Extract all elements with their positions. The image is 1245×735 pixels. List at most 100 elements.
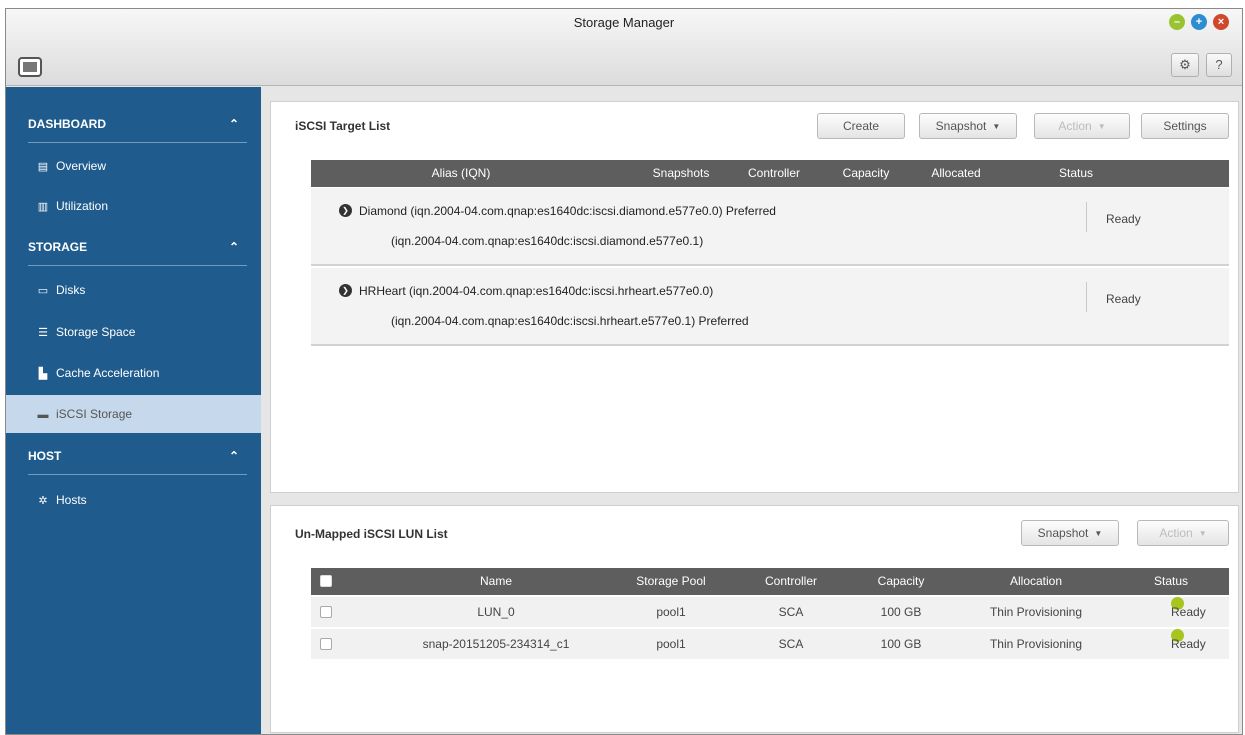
- divider: [1086, 282, 1087, 312]
- hosts-icon: ✲: [38, 495, 48, 507]
- snapshot-dropdown[interactable]: Snapshot ▼: [1021, 520, 1119, 546]
- lun-allocation: Thin Provisioning: [989, 605, 1083, 619]
- collapse-icon[interactable]: ⌃: [229, 228, 239, 266]
- action-label: Action: [1058, 119, 1092, 133]
- section-storage[interactable]: STORAGE ⌃: [6, 228, 261, 266]
- target-status: Ready: [1106, 292, 1141, 306]
- target-iqn: (iqn.2004-04.com.qnap:es1640dc:iscsi.dia…: [391, 234, 704, 248]
- sidebar-item-label: Utilization: [56, 199, 109, 213]
- row-checkbox[interactable]: [320, 606, 332, 618]
- dropdown-arrow-icon: ▼: [1094, 529, 1103, 538]
- action-dropdown[interactable]: Action ▼: [1137, 520, 1229, 546]
- column-header: Snapshots: [652, 166, 710, 180]
- column-header: Name: [479, 574, 512, 588]
- section-label: HOST: [28, 449, 62, 463]
- panel-title: iSCSI Target List: [295, 119, 391, 133]
- snapshot-label: Snapshot: [1037, 526, 1089, 540]
- divider: [1086, 202, 1087, 232]
- sidebar: DASHBOARD ⌃ ▤ Overview ▥ Utilization STORA…: [6, 87, 261, 734]
- column-header: Capacity: [877, 574, 925, 588]
- storage-manager-window: Storage Manager – + × ⚙ ? DASHBOARD ⌃ ▤ O…: [5, 8, 1243, 735]
- dropdown-arrow-icon: ▼: [992, 122, 1001, 131]
- lun-controller: SCA: [778, 637, 804, 651]
- column-header: Alias (IQN): [431, 166, 491, 180]
- sidebar-item-label: Disks: [56, 283, 86, 297]
- minimize-icon[interactable]: –: [1169, 14, 1185, 30]
- unmapped-lun-list-panel: Un-Mapped iSCSI LUN List Snapshot ▼ Actio…: [270, 505, 1239, 733]
- cache-icon: ▙: [38, 368, 48, 380]
- lun-pool: pool1: [656, 605, 686, 619]
- sidebar-item-hosts[interactable]: ✲ Hosts: [6, 481, 261, 519]
- target-table-header: Alias (IQN) Snapshots Controller Capacit…: [311, 160, 1229, 187]
- column-header: Capacity: [842, 166, 890, 180]
- target-row[interactable]: ❯ Diamond (iqn.2004-04.com.qnap:es1640dc…: [311, 188, 1229, 266]
- lun-table-header: Name Storage Pool Controller Capacity Al…: [311, 568, 1229, 595]
- target-row[interactable]: ❯ HRHeart (iqn.2004-04.com.qnap:es1640dc…: [311, 268, 1229, 346]
- title-bar: Storage Manager – + × ⚙ ?: [6, 9, 1242, 86]
- window-title: Storage Manager: [573, 15, 675, 30]
- section-label: DASHBOARD: [28, 117, 106, 131]
- status-label: Ready: [1171, 637, 1206, 651]
- section-host[interactable]: HOST ⌃: [6, 437, 261, 475]
- disk-icon: ▭: [37, 285, 49, 297]
- close-icon[interactable]: ×: [1213, 14, 1229, 30]
- row-checkbox[interactable]: [320, 638, 332, 650]
- sidebar-item-disks[interactable]: ▭ Disks: [6, 271, 261, 309]
- select-all-checkbox[interactable]: [320, 575, 332, 587]
- create-button[interactable]: Create: [817, 113, 905, 139]
- sidebar-item-storage-space[interactable]: ☰ Storage Space: [6, 313, 261, 351]
- status-label: Ready: [1171, 605, 1206, 619]
- lun-controller: SCA: [778, 605, 804, 619]
- sidebar-item-iscsi-storage[interactable]: ▬ iSCSI Storage: [6, 395, 261, 433]
- lun-name: snap-20151205-234314_c1: [422, 637, 570, 651]
- section-dashboard[interactable]: DASHBOARD ⌃: [6, 105, 261, 143]
- gear-icon[interactable]: ⚙: [1171, 53, 1199, 77]
- panel-title: Un-Mapped iSCSI LUN List: [295, 527, 448, 541]
- expand-toggle-icon[interactable]: ❯: [339, 284, 352, 297]
- sidebar-item-cache-acceleration[interactable]: ▙ Cache Acceleration: [6, 354, 261, 392]
- lun-pool: pool1: [656, 637, 686, 651]
- sidebar-item-label: Storage Space: [56, 325, 136, 339]
- dropdown-arrow-icon: ▼: [1198, 529, 1207, 538]
- snapshot-label: Snapshot: [935, 119, 987, 133]
- snapshot-dropdown[interactable]: Snapshot ▼: [919, 113, 1017, 139]
- settings-button[interactable]: Settings: [1141, 113, 1229, 139]
- column-header: Controller: [764, 574, 818, 588]
- maximize-icon[interactable]: +: [1191, 14, 1207, 30]
- column-header: Status: [1153, 574, 1189, 588]
- sidebar-item-label: Hosts: [56, 493, 87, 507]
- sidebar-item-label: iSCSI Storage: [56, 407, 133, 421]
- column-header: Allocation: [1009, 574, 1063, 588]
- target-alias: Diamond (iqn.2004-04.com.qnap:es1640dc:i…: [359, 204, 776, 218]
- overview-icon: ▤: [37, 161, 49, 173]
- action-dropdown[interactable]: Action ▼: [1034, 113, 1130, 139]
- app-menu-icon[interactable]: [18, 57, 42, 77]
- action-label: Action: [1159, 526, 1193, 540]
- lun-capacity: 100 GB: [880, 605, 922, 619]
- storage-space-icon: ☰: [38, 327, 48, 339]
- iscsi-icon: ▬: [37, 409, 49, 421]
- column-header: Status: [1058, 166, 1094, 180]
- section-label: STORAGE: [28, 240, 88, 254]
- column-header: Storage Pool: [636, 574, 706, 588]
- lun-allocation: Thin Provisioning: [989, 637, 1083, 651]
- sidebar-item-utilization[interactable]: ▥ Utilization: [6, 187, 261, 225]
- sidebar-item-overview[interactable]: ▤ Overview: [6, 147, 261, 185]
- column-header: Controller: [747, 166, 801, 180]
- lun-capacity: 100 GB: [880, 637, 922, 651]
- sidebar-item-label: Cache Acceleration: [56, 366, 160, 380]
- target-iqn: (iqn.2004-04.com.qnap:es1640dc:iscsi.hrh…: [391, 314, 749, 328]
- target-status: Ready: [1106, 212, 1141, 226]
- table-row[interactable]: snap-20151205-234314_c1 pool1 SCA 100 GB…: [311, 629, 1229, 659]
- lun-name: LUN_0: [477, 605, 515, 619]
- target-alias: HRHeart (iqn.2004-04.com.qnap:es1640dc:i…: [359, 284, 714, 298]
- table-row[interactable]: LUN_0 pool1 SCA 100 GB Thin Provisioning…: [311, 597, 1229, 627]
- expand-toggle-icon[interactable]: ❯: [339, 204, 352, 217]
- iscsi-target-list-panel: iSCSI Target List Create Snapshot ▼ Actio…: [270, 101, 1239, 493]
- sidebar-item-label: Overview: [56, 159, 107, 173]
- chart-icon: ▥: [37, 201, 49, 213]
- column-header: Allocated: [931, 166, 981, 180]
- collapse-icon[interactable]: ⌃: [229, 437, 239, 475]
- help-button[interactable]: ?: [1206, 53, 1232, 77]
- collapse-icon[interactable]: ⌃: [229, 105, 239, 143]
